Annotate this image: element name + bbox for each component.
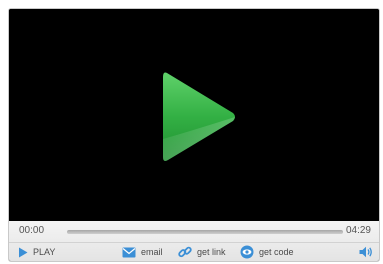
email-label: email [141,247,163,257]
get-link-label: get link [197,247,226,257]
seek-bar[interactable] [67,230,343,234]
play-icon [163,72,235,161]
speaker-icon [359,246,373,258]
play-button[interactable]: PLAY [18,244,55,260]
play-icon [18,247,28,258]
divider [9,242,379,243]
chain-link-icon [178,245,192,259]
video-player: 00:00 04:29 PLAY email get link get code [8,8,380,262]
eye-icon [240,245,254,259]
total-time: 04:29 [345,225,371,236]
big-play-button[interactable] [161,69,237,165]
get-code-label: get code [259,247,294,257]
control-bar: 00:00 04:29 PLAY email get link get code [9,221,379,261]
envelope-icon [122,247,136,258]
play-label: PLAY [33,247,56,257]
get-code-button[interactable]: get code [240,244,294,260]
get-link-button[interactable]: get link [178,244,226,260]
email-button[interactable]: email [122,244,163,260]
volume-button[interactable] [359,244,373,260]
video-screen[interactable] [9,9,379,221]
current-time: 00:00 [19,225,45,236]
